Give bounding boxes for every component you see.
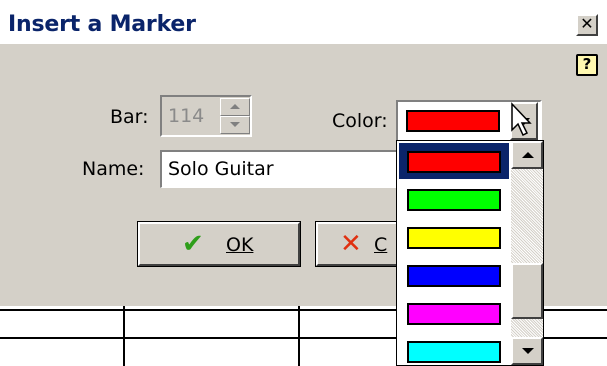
color-option[interactable]: [407, 227, 501, 249]
spin-up-icon: [230, 104, 240, 109]
grid-line: [123, 306, 125, 366]
ok-button[interactable]: ✔ OK: [137, 221, 301, 267]
name-label: Name:: [82, 158, 145, 180]
selected-color-swatch: [406, 110, 500, 132]
color-option[interactable]: [407, 189, 501, 211]
color-option[interactable]: [407, 341, 501, 363]
scroll-thumb[interactable]: [511, 263, 543, 319]
help-icon: ?: [582, 55, 592, 73]
color-option[interactable]: [407, 303, 501, 325]
spin-down-icon: [230, 122, 240, 127]
cancel-button-label: C: [374, 234, 388, 256]
bar-spin-down-button[interactable]: [220, 116, 250, 134]
scroll-up-button[interactable]: [511, 141, 543, 169]
color-option[interactable]: [407, 265, 501, 287]
color-dropdown-list[interactable]: [396, 140, 544, 366]
bar-label: Bar:: [110, 106, 149, 128]
x-icon: ✕: [340, 229, 362, 259]
bar-spin-up-button[interactable]: [220, 98, 250, 116]
dropdown-scrollbar[interactable]: [511, 141, 543, 365]
name-input[interactable]: Solo Guitar: [160, 150, 405, 188]
color-option[interactable]: [407, 151, 501, 173]
close-icon: ✕: [580, 14, 594, 33]
bar-value: 114: [168, 105, 205, 127]
help-button[interactable]: ?: [576, 54, 598, 76]
window-title: Insert a Marker: [8, 12, 196, 37]
check-icon: ✔: [182, 229, 204, 259]
close-button[interactable]: ✕: [576, 14, 598, 36]
color-label: Color:: [332, 110, 388, 132]
grid-line: [298, 306, 300, 366]
mouse-cursor-icon: [511, 102, 532, 137]
chevron-down-icon: [522, 348, 534, 354]
title-bar: Insert a Marker ✕: [0, 0, 607, 44]
scroll-down-button[interactable]: [511, 337, 543, 365]
ok-button-label: OK: [226, 234, 254, 256]
chevron-up-icon: [522, 152, 534, 158]
bar-spinner[interactable]: 114: [160, 95, 252, 137]
